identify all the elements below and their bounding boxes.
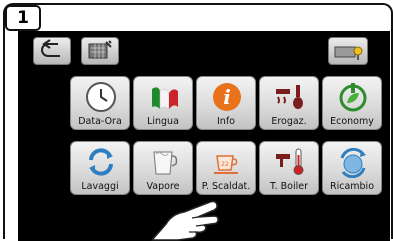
tile-label: Data-Ora [78, 116, 122, 127]
tile-p-scaldat[interactable]: 22 P. Scaldat. [196, 141, 256, 195]
svg-text:22: 22 [221, 161, 229, 168]
tile-label: Erogaz. [271, 116, 307, 127]
tile-vapore[interactable]: Vapore [133, 141, 193, 195]
tile-ricambio[interactable]: Ricambio [322, 141, 382, 195]
tile-t-boiler[interactable]: T. Boiler [259, 141, 319, 195]
power-leaf-icon [339, 83, 367, 112]
tile-economy[interactable]: Economy [322, 76, 382, 130]
tile-label: Economy [330, 116, 374, 127]
info-icon: i [213, 83, 241, 111]
italian-flag-icon [152, 87, 178, 110]
tile-label: Ricambio [329, 181, 375, 192]
thermometer-icon [276, 148, 304, 175]
svg-text:i: i [223, 85, 231, 109]
tools-icon [334, 46, 363, 60]
pointing-hand-icon [151, 200, 219, 241]
tools-button[interactable] [328, 37, 368, 65]
back-button[interactable] [33, 37, 71, 65]
tile-label: Lavaggi [81, 181, 119, 192]
steam-jug-icon [153, 151, 178, 175]
tile-data-ora[interactable]: Data-Ora [70, 76, 130, 130]
tile-label: Lingua [147, 116, 179, 127]
rinse-cycle-icon [89, 148, 113, 176]
tile-label: T. Boiler [269, 181, 309, 192]
calendar-settings-button[interactable] [81, 37, 119, 65]
cup-warmer-icon: 22 [214, 155, 238, 174]
step-number-badge: 1 [5, 5, 41, 31]
back-icon [41, 39, 60, 57]
water-change-icon [340, 147, 366, 178]
clock-icon [86, 82, 116, 112]
tile-lingua[interactable]: Lingua [133, 76, 193, 130]
dispensing-icon [276, 85, 303, 109]
tile-label: Info [217, 116, 235, 127]
tile-lavaggi[interactable]: Lavaggi [70, 141, 130, 195]
tile-info[interactable]: i Info [196, 76, 256, 130]
calendar-settings-icon [88, 40, 112, 59]
tile-erogaz[interactable]: Erogaz. [259, 76, 319, 130]
